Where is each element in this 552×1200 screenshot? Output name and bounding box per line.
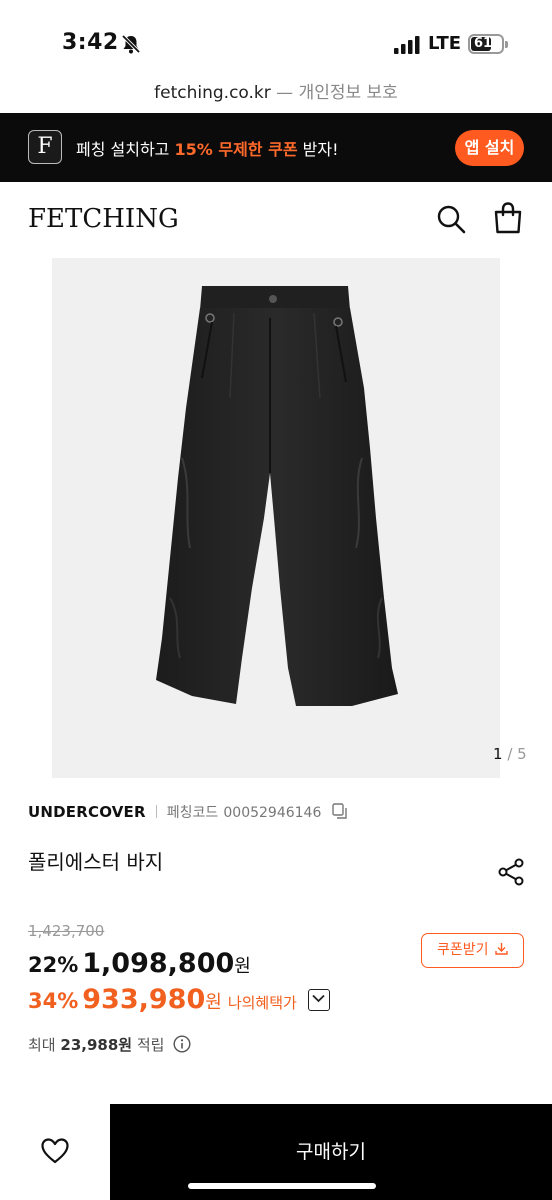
image-separator: / [502,745,518,763]
product-code-value: 00052946146 [223,805,322,821]
benefit-expand-button[interactable] [307,989,330,1011]
signal-icon [394,36,420,54]
bell-slash-icon [121,34,141,54]
privacy-label: 개인정보 보호 [298,83,398,103]
wishlist-button[interactable] [0,1104,110,1200]
image-total: 5 [517,745,527,763]
network-label: LTE [428,33,462,54]
benefit-price-row: 34% 933,980원 나의혜택가 [28,984,330,1015]
coupon-button[interactable]: 쿠폰받기 [421,933,524,968]
benefit-rate: 34% [28,989,79,1013]
points-suffix: 적립 [136,1036,165,1054]
original-price: 1,423,700 [28,922,105,940]
coupon-label: 쿠폰받기 [437,942,489,958]
benefit-price: 933,980 [82,984,206,1015]
chevron-down-icon [312,994,325,1003]
brand-divider [155,805,157,818]
search-icon[interactable] [436,204,466,234]
brand-row: UNDERCOVER 페칭코드 00052946146 [28,802,348,822]
app-logo: F [28,130,62,164]
benefit-label: 나의혜택가 [227,994,297,1012]
banner-text-before: 페칭 설치하고 [76,140,175,159]
product-title: 폴리에스터 바지 [28,850,164,874]
address-bar[interactable]: fetching.co.kr — 개인정보 보호 [0,78,552,103]
url-host: fetching.co.kr [154,83,271,103]
points-row: 최대 23,988원 적립 [28,1034,191,1055]
banner-message: 페칭 설치하고 15% 무제한 쿠폰 받자! [76,136,339,160]
product-image[interactable] [52,258,500,778]
image-current: 1 [493,745,503,763]
image-counter: 1 / 5 [493,745,527,763]
points-amount: 23,988원 [60,1036,133,1054]
download-icon [495,943,508,955]
sale-price: 1,098,800 [82,948,235,979]
share-icon[interactable] [497,858,525,886]
copy-icon[interactable] [332,803,348,819]
site-header: FETCHING [0,182,552,258]
battery-icon: 61 [468,34,508,54]
site-logo[interactable]: FETCHING [28,204,179,234]
discount-rate: 22% [28,953,79,977]
status-bar: 3:42 LTE 61 [0,0,552,70]
benefit-price-currency: 원 [205,992,222,1013]
home-indicator [188,1183,376,1189]
product-code-label: 페칭코드 [166,805,219,821]
sale-price-row: 22% 1,098,800원 [28,948,251,979]
url-separator: — [270,83,299,103]
brand-name[interactable]: UNDERCOVER [28,803,146,821]
shopping-bag-icon[interactable] [493,202,523,234]
points-prefix: 최대 [28,1036,56,1054]
sale-price-currency: 원 [234,956,251,977]
install-app-button[interactable]: 앱 설치 [455,130,524,166]
heart-icon [41,1138,69,1164]
banner-highlight: 15% 무제한 쿠폰 [174,140,298,159]
status-time: 3:42 [62,30,119,55]
info-icon[interactable] [173,1035,191,1053]
battery-cap [505,41,508,48]
app-install-banner: F 페칭 설치하고 15% 무제한 쿠폰 받자! 앱 설치 [0,113,552,182]
trousers-image [156,286,398,706]
battery-level: 61 [473,36,493,51]
banner-text-after: 받자! [297,140,339,159]
